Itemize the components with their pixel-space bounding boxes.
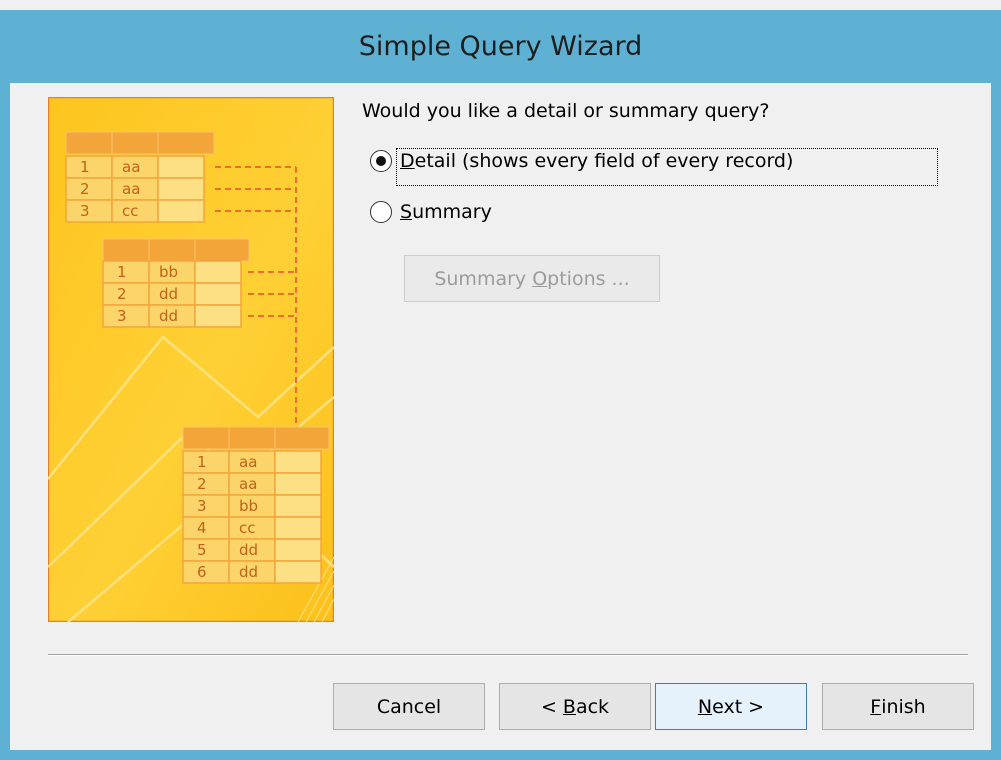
- source-table-1: 1 aa 2 aa 3 cc: [65, 131, 215, 223]
- row-number-label: 2: [80, 180, 90, 198]
- table-cell: [194, 260, 242, 284]
- radio-selected-dot: [376, 156, 386, 166]
- row-number-label: 1: [80, 158, 90, 176]
- mnemonic-s: S: [400, 201, 413, 223]
- row-value-label: aa: [122, 180, 140, 198]
- mnemonic-o: O: [532, 267, 548, 290]
- row-value-label: aa: [122, 158, 140, 176]
- table-cell: [157, 199, 205, 223]
- row-number-label: 3: [117, 307, 127, 325]
- row-value-label: cc: [239, 519, 256, 537]
- row-value-label: dd: [159, 307, 178, 325]
- table-cell: [157, 155, 205, 179]
- table-cell: [274, 516, 322, 540]
- back-rest: ack: [575, 695, 610, 718]
- next-rest: ext >: [712, 695, 765, 718]
- mnemonic-f: F: [870, 695, 882, 718]
- table-cell: [274, 538, 322, 562]
- window-title: Simple Query Wizard: [358, 31, 643, 62]
- row-number-label: 1: [117, 263, 127, 281]
- row-value-label: dd: [239, 541, 258, 559]
- table-cell: [274, 560, 322, 584]
- row-value-label: dd: [159, 285, 178, 303]
- detail-radio-label[interactable]: Detail (shows every field of every recor…: [398, 149, 795, 173]
- wizard-question: Would you like a detail or summary query…: [362, 100, 770, 122]
- detail-radio-option[interactable]: Detail (shows every field of every recor…: [370, 149, 795, 173]
- detail-radio-button[interactable]: [370, 150, 392, 172]
- cancel-label: Cancel: [376, 695, 442, 718]
- window-top-strip: [0, 0, 1001, 10]
- row-number-label: 3: [80, 202, 90, 220]
- summary-label-text: ummary: [412, 201, 492, 223]
- wizard-window: Simple Query Wizard 1 aa 2 aa 3 cc 1 bb …: [0, 0, 1001, 760]
- row-number-label: 6: [197, 563, 207, 581]
- cancel-button[interactable]: Cancel: [333, 683, 485, 730]
- row-value-label: bb: [239, 497, 258, 515]
- table-cell: [194, 282, 242, 306]
- source-table-2: 1 bb 2 dd 3 dd: [102, 238, 250, 328]
- table-cell: [274, 494, 322, 518]
- row-value-label: dd: [239, 563, 258, 581]
- query-illustration: 1 aa 2 aa 3 cc 1 bb 2 dd 3 dd 1 aa 2 aa 3 bb 4 cc 5 dd 6 dd: [48, 97, 334, 622]
- row-value-label: cc: [122, 202, 139, 220]
- wizard-body: 1 aa 2 aa 3 cc 1 bb 2 dd 3 dd 1 aa 2 aa 3 bb 4 cc 5 dd 6 dd W…: [10, 83, 991, 750]
- row-value-label: bb: [159, 263, 178, 281]
- summary-options-pre: Summary: [434, 267, 533, 290]
- detail-label-text: etail (shows every field of every record…: [414, 150, 794, 172]
- summary-options-button[interactable]: Summary Options ...: [404, 255, 660, 302]
- mnemonic-b: B: [562, 695, 576, 718]
- row-number-label: 1: [197, 453, 207, 471]
- row-number-label: 5: [197, 541, 207, 559]
- row-number-label: 2: [117, 285, 127, 303]
- row-number-label: 4: [197, 519, 207, 537]
- summary-radio-option[interactable]: Summary: [370, 200, 494, 224]
- row-value-label: aa: [239, 475, 257, 493]
- mnemonic-d: D: [400, 150, 415, 172]
- mnemonic-n: N: [697, 695, 713, 718]
- result-table: 1 aa 2 aa 3 bb 4 cc 5 dd 6 dd: [182, 426, 330, 584]
- table-cell: [194, 304, 242, 328]
- finish-button[interactable]: Finish: [822, 683, 974, 730]
- summary-radio-button[interactable]: [370, 201, 392, 223]
- finish-rest: inish: [881, 695, 926, 718]
- title-bar[interactable]: Simple Query Wizard: [10, 10, 991, 83]
- back-pre: <: [540, 695, 563, 718]
- table-cell: [157, 177, 205, 201]
- table-cell: [274, 472, 322, 496]
- button-separator: [48, 654, 968, 656]
- table-cell: [274, 450, 322, 474]
- summary-radio-label[interactable]: Summary: [398, 200, 494, 224]
- back-button[interactable]: < Back: [499, 683, 651, 730]
- row-number-label: 2: [197, 475, 207, 493]
- summary-options-rest: ptions ...: [547, 267, 630, 290]
- row-number-label: 3: [197, 497, 207, 515]
- row-value-label: aa: [239, 453, 257, 471]
- next-button[interactable]: Next >: [655, 683, 807, 730]
